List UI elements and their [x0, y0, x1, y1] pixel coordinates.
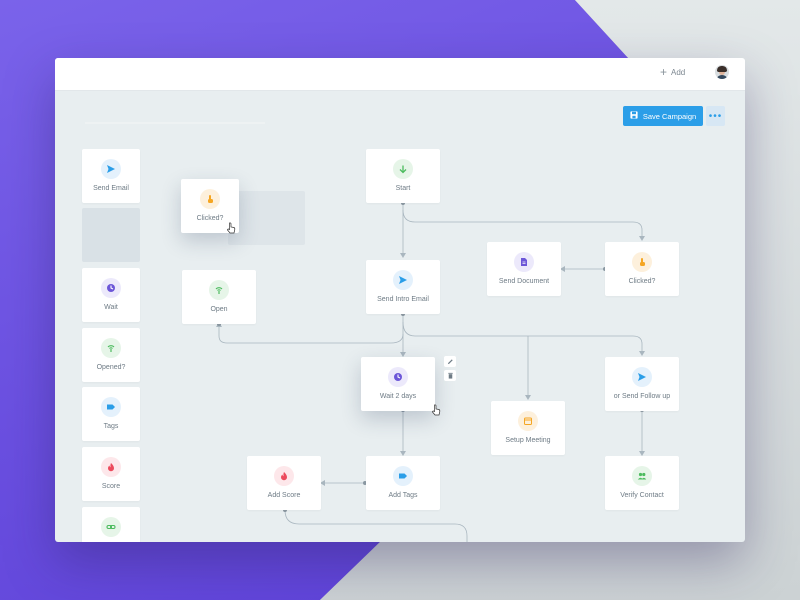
users-icon — [632, 466, 652, 486]
palette-item-score[interactable]: Score — [82, 447, 140, 501]
link-icon — [101, 517, 121, 537]
pointer-hand-icon — [632, 252, 652, 272]
node-label: Open — [210, 306, 228, 313]
palette-item-label: Opened? — [96, 364, 126, 371]
node-send-document[interactable]: Send Document — [487, 242, 561, 296]
node-open[interactable]: Open — [182, 270, 256, 324]
document-icon — [514, 252, 534, 272]
node-add-score[interactable]: Add Score — [247, 456, 321, 510]
node-label: Verify Contact — [620, 492, 664, 499]
drop-ghost-area — [228, 191, 305, 245]
node-label: or Send Follow up — [613, 393, 671, 400]
palette-item-label: Score — [101, 483, 121, 490]
send-icon — [101, 159, 121, 179]
flame-icon — [101, 457, 121, 477]
palette-item-label: Tags — [103, 423, 119, 430]
flame-icon — [274, 466, 294, 486]
palette-item-opened[interactable]: Opened? — [82, 328, 140, 382]
pencil-icon — [447, 359, 453, 365]
palette-drag-placeholder — [82, 208, 140, 262]
signal-icon — [101, 338, 121, 358]
palette-item-label: Send Email — [93, 185, 129, 192]
hand-cursor-icon — [227, 222, 236, 234]
node-label: Add Score — [267, 492, 301, 499]
node-start[interactable]: Start — [366, 149, 440, 203]
send-icon — [393, 270, 413, 290]
node-add-tags[interactable]: Add Tags — [366, 456, 440, 510]
node-edit-tools — [444, 356, 456, 384]
arrow-down-icon — [393, 159, 413, 179]
clock-icon — [101, 278, 121, 298]
node-label: Clicked? — [628, 278, 656, 285]
tag-icon — [101, 397, 121, 417]
node-label: Clicked? — [196, 215, 224, 222]
delete-node-button[interactable] — [444, 370, 456, 381]
palette-item-wait[interactable]: Wait — [82, 268, 140, 322]
node-label: Send Document — [498, 278, 550, 285]
tag-icon — [393, 466, 413, 486]
node-wait-2-days[interactable]: Wait 2 days — [361, 357, 435, 411]
node-label: Add Tags — [388, 492, 418, 499]
node-clicked[interactable]: Clicked? — [605, 242, 679, 296]
clock-icon — [388, 367, 408, 387]
palette-item-label: Wait — [104, 304, 118, 311]
edit-node-button[interactable] — [444, 356, 456, 367]
node-label: Wait 2 days — [379, 393, 417, 400]
palette-item-link[interactable] — [82, 507, 140, 542]
node-verify-contact[interactable]: Verify Contact — [605, 456, 679, 510]
node-send-intro-email[interactable]: Send Intro Email — [366, 260, 440, 314]
node-setup-meeting[interactable]: Setup Meeting — [491, 401, 565, 455]
palette-item-send-email[interactable]: Send Email — [82, 149, 140, 203]
palette-item-tags[interactable]: Tags — [82, 387, 140, 441]
node-send-follow-up[interactable]: or Send Follow up — [605, 357, 679, 411]
signal-icon — [209, 280, 229, 300]
calendar-icon — [518, 411, 538, 431]
send-icon — [632, 367, 652, 387]
pointer-hand-icon — [200, 189, 220, 209]
trash-icon — [447, 372, 453, 379]
node-label: Start — [395, 185, 411, 192]
node-label: Setup Meeting — [505, 437, 551, 444]
node-label: Send Intro Email — [377, 296, 429, 303]
hand-cursor-icon — [432, 404, 441, 416]
app-window: + Add Save Campaign ••• Send Email Wait … — [55, 58, 745, 542]
